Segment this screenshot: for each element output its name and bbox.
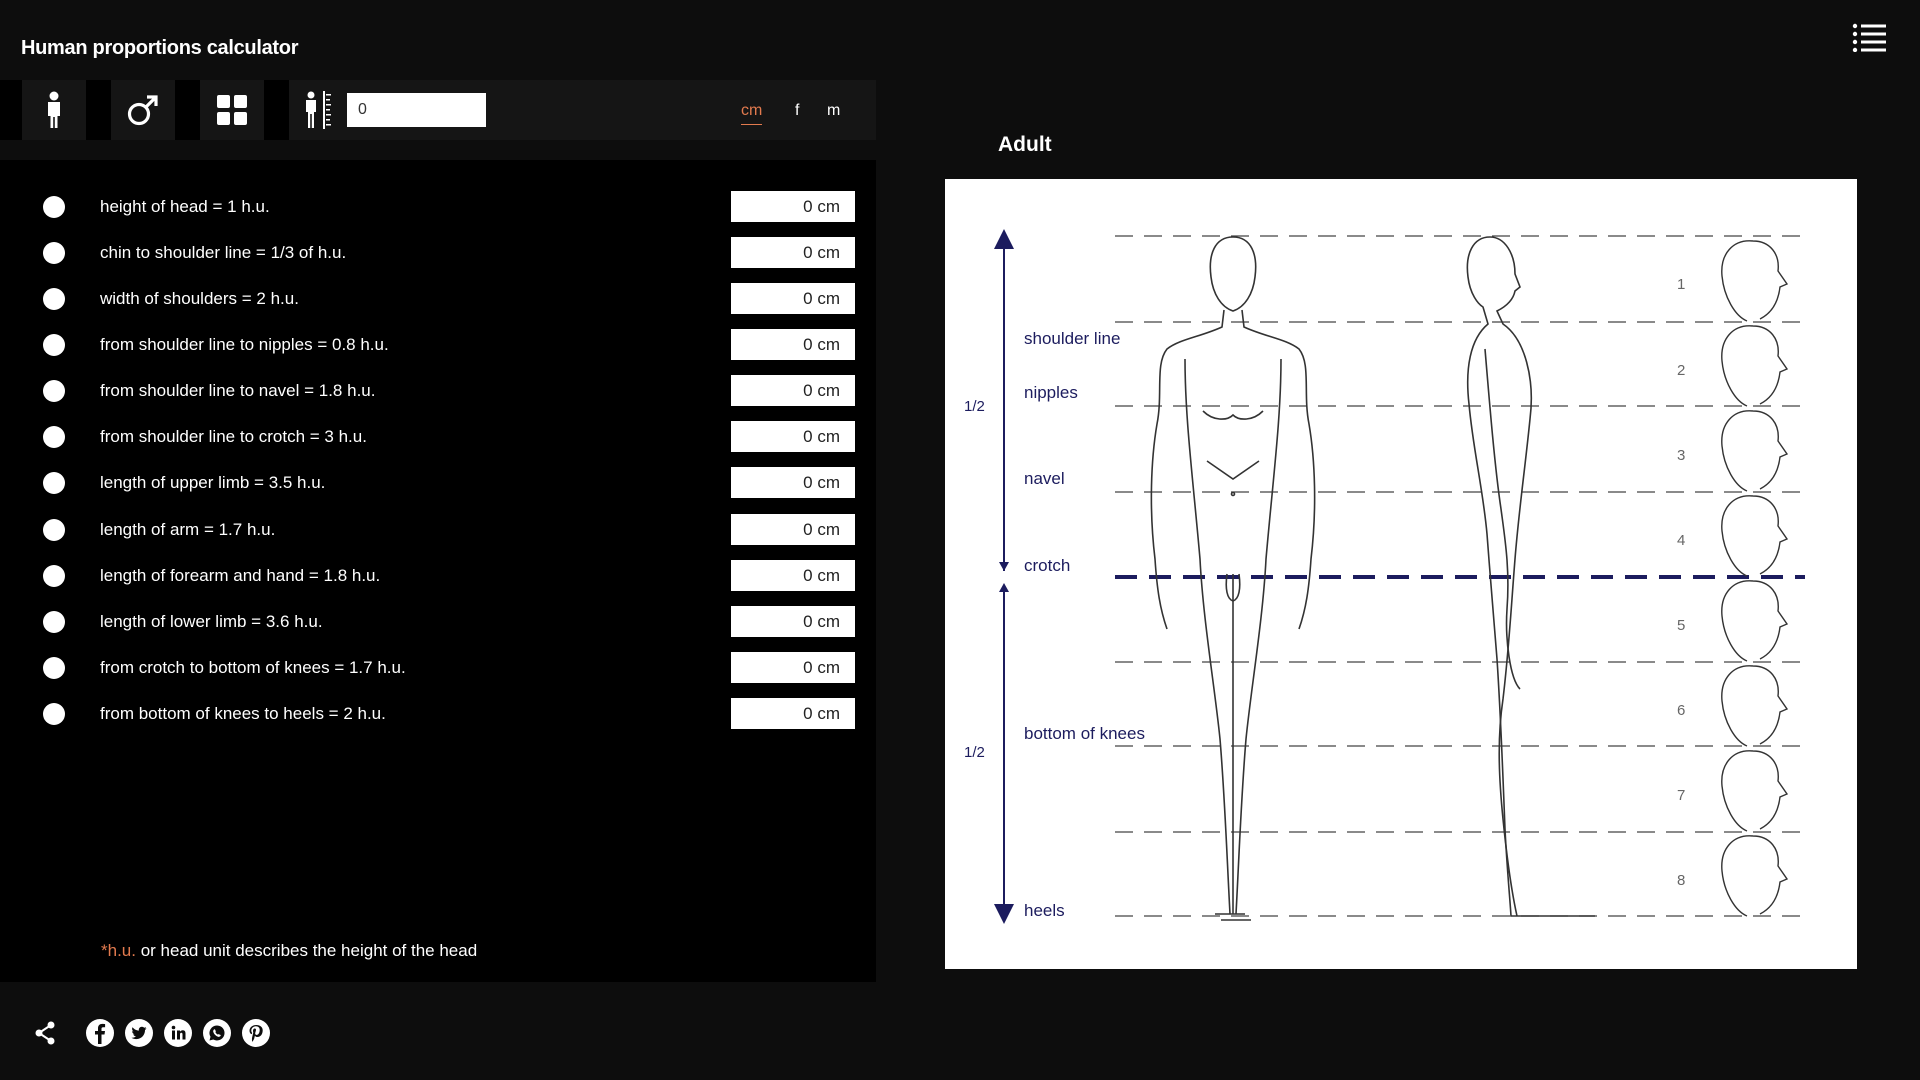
proportions-diagram: 1/2 1/2 shoulder line nipples navel crot…	[945, 179, 1857, 969]
measurement-value: 0 cm	[731, 421, 855, 452]
measurement-panel: height of head = 1 h.u. 0 cm chin to sho…	[0, 160, 876, 982]
measurement-value: 0 cm	[731, 560, 855, 591]
figure-button[interactable]	[22, 80, 86, 140]
radio-button[interactable]	[43, 288, 65, 310]
measurement-label: length of upper limb = 3.5 h.u.	[100, 473, 326, 492]
measurement-row: from crotch to bottom of knees = 1.7 h.u…	[0, 645, 876, 691]
share-icon[interactable]	[30, 1018, 60, 1048]
measurement-row: chin to shoulder line = 1/3 of h.u. 0 cm	[0, 230, 876, 276]
list-menu-icon	[1852, 23, 1886, 53]
measurement-label: from bottom of knees to heels = 2 h.u.	[100, 704, 386, 723]
measurement-label: from crotch to bottom of knees = 1.7 h.u…	[100, 658, 406, 677]
app-title: Human proportions calculator	[21, 37, 299, 59]
measurement-row: from shoulder line to navel = 1.8 h.u. 0…	[0, 368, 876, 414]
measurement-row: width of shoulders = 2 h.u. 0 cm	[0, 276, 876, 322]
measurement-label: from shoulder line to navel = 1.8 h.u.	[100, 381, 376, 400]
head-number: 6	[1677, 702, 1685, 719]
head-number: 3	[1677, 447, 1685, 464]
radio-button[interactable]	[43, 380, 65, 402]
radio-button[interactable]	[43, 196, 65, 218]
measurement-value: 0 cm	[731, 698, 855, 729]
measurement-label: length of forearm and hand = 1.8 h.u.	[100, 566, 381, 585]
half-label: 1/2	[964, 398, 985, 415]
measurement-label: width of shoulders = 2 h.u.	[100, 289, 299, 308]
unit-m[interactable]: m	[827, 102, 840, 120]
landmark-label: shoulder line	[1024, 329, 1120, 348]
measurement-label: length of arm = 1.7 h.u.	[100, 520, 276, 539]
height-measure-icon	[306, 91, 331, 129]
head-number: 8	[1677, 872, 1685, 889]
footnote: *h.u. or head unit describes the height …	[101, 941, 477, 961]
landmark-label: crotch	[1024, 556, 1070, 575]
radio-button[interactable]	[43, 334, 65, 356]
male-symbol-icon	[127, 95, 158, 126]
grid-icon	[217, 95, 247, 125]
head-number: 4	[1677, 532, 1685, 549]
landmark-label: navel	[1024, 469, 1065, 488]
measurement-label: from shoulder line to crotch = 3 h.u.	[100, 427, 367, 446]
measurement-row: height of head = 1 h.u. 0 cm	[0, 184, 876, 230]
toolbar: cm f m	[0, 80, 876, 140]
head-scale: 1 2 3 4 5 6 7 8	[1677, 276, 1685, 889]
facebook-icon[interactable]	[85, 1018, 115, 1048]
measurement-value: 0 cm	[731, 606, 855, 637]
head-number: 1	[1677, 276, 1685, 293]
measurement-row: from bottom of knees to heels = 2 h.u. 0…	[0, 691, 876, 737]
height-input[interactable]	[347, 93, 486, 127]
head-number: 5	[1677, 617, 1685, 634]
measurement-value: 0 cm	[731, 237, 855, 268]
twitter-icon[interactable]	[124, 1018, 154, 1048]
person-icon	[48, 91, 60, 128]
landmark-label: heels	[1024, 901, 1065, 920]
figure-title: Adult	[998, 133, 1052, 156]
measurement-row: length of upper limb = 3.5 h.u. 0 cm	[0, 460, 876, 506]
whatsapp-icon[interactable]	[202, 1018, 232, 1048]
unit-f[interactable]: f	[795, 102, 799, 120]
measurement-label: length of lower limb = 3.6 h.u.	[100, 612, 323, 631]
measurement-value: 0 cm	[731, 467, 855, 498]
landmark-label: bottom of knees	[1024, 724, 1145, 743]
unit-cm[interactable]: cm	[741, 102, 763, 125]
radio-button[interactable]	[43, 519, 65, 541]
measurement-value: 0 cm	[731, 514, 855, 545]
footnote-text: or head unit describes the height of the…	[135, 941, 478, 960]
measurement-row: length of lower limb = 3.6 h.u. 0 cm	[0, 599, 876, 645]
radio-button[interactable]	[43, 426, 65, 448]
gender-button[interactable]	[111, 80, 175, 140]
head-number: 2	[1677, 362, 1685, 379]
measurement-label: height of head = 1 h.u.	[100, 197, 270, 216]
measurement-row: from shoulder line to crotch = 3 h.u. 0 …	[0, 414, 876, 460]
height-control: cm f m	[289, 80, 876, 140]
measurement-row: length of forearm and hand = 1.8 h.u. 0 …	[0, 553, 876, 599]
radio-button[interactable]	[43, 657, 65, 679]
measurement-value: 0 cm	[731, 191, 855, 222]
pinterest-icon[interactable]	[241, 1018, 271, 1048]
linkedin-icon[interactable]	[163, 1018, 193, 1048]
proportions-svg: 1/2 1/2 shoulder line nipples navel crot…	[964, 229, 1805, 924]
head-number: 7	[1677, 787, 1685, 804]
measurement-value: 0 cm	[731, 283, 855, 314]
radio-button[interactable]	[43, 242, 65, 264]
menu-button[interactable]	[1852, 22, 1888, 53]
grid-button[interactable]	[200, 80, 264, 140]
measurement-row: from shoulder line to nipples = 0.8 h.u.…	[0, 322, 876, 368]
measurement-value: 0 cm	[731, 652, 855, 683]
landmark-label: nipples	[1024, 383, 1078, 402]
radio-button[interactable]	[43, 565, 65, 587]
footnote-highlight: *h.u.	[101, 941, 136, 960]
radio-button[interactable]	[43, 611, 65, 633]
measurement-value: 0 cm	[731, 375, 855, 406]
radio-button[interactable]	[43, 703, 65, 725]
measurement-value: 0 cm	[731, 329, 855, 360]
half-label: 1/2	[964, 744, 985, 761]
measurement-label: from shoulder line to nipples = 0.8 h.u.	[100, 335, 389, 354]
measurement-row: length of arm = 1.7 h.u. 0 cm	[0, 507, 876, 553]
radio-button[interactable]	[43, 472, 65, 494]
measurement-label: chin to shoulder line = 1/3 of h.u.	[100, 243, 347, 262]
